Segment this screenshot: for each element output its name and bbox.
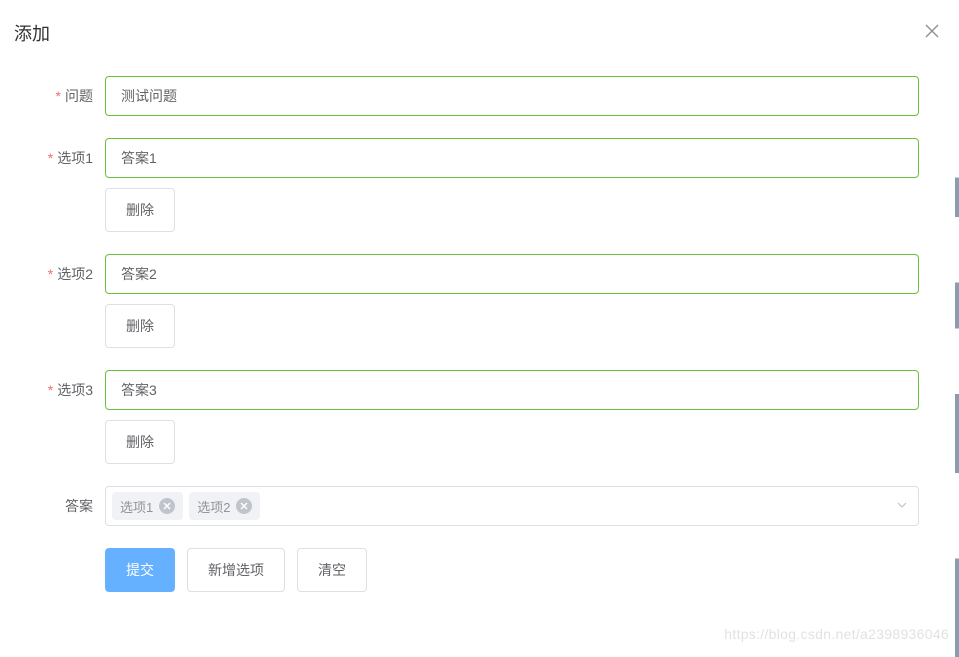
option-1-delete-button[interactable]: 删除	[105, 188, 175, 232]
answer-content: 选项1 选项2	[105, 486, 939, 526]
form: 问题 选项1 删除 选项2 删除 选项3 删除	[0, 56, 959, 634]
add-dialog: 添加 问题 选项1 删除 选项2 删除 选项3	[0, 0, 959, 634]
chevron-down-icon	[896, 498, 908, 514]
close-icon	[925, 24, 939, 38]
question-content	[105, 76, 939, 116]
answer-select[interactable]: 选项1 选项2	[105, 486, 919, 526]
question-input[interactable]	[105, 76, 919, 116]
answer-label: 答案	[0, 486, 105, 526]
submit-button[interactable]: 提交	[105, 548, 175, 592]
button-row: 提交 新增选项 清空	[0, 548, 939, 592]
answer-row: 答案 选项1 选项2	[0, 486, 939, 526]
answer-tag-2-text: 选项2	[197, 497, 230, 516]
option-2-input[interactable]	[105, 254, 919, 294]
option-3-delete-button[interactable]: 删除	[105, 420, 175, 464]
dialog-header: 添加	[0, 0, 959, 56]
dialog-title: 添加	[14, 20, 50, 46]
option-2-row: 选项2 删除	[0, 254, 939, 348]
answer-tag-2-close[interactable]	[236, 498, 252, 514]
option-1-row: 选项1 删除	[0, 138, 939, 232]
option-3-label: 选项3	[0, 370, 105, 464]
watermark: https://blog.csdn.net/a2398936046	[724, 626, 949, 642]
option-2-content: 删除	[105, 254, 939, 348]
question-row: 问题	[0, 76, 939, 116]
option-2-label: 选项2	[0, 254, 105, 348]
option-3-input[interactable]	[105, 370, 919, 410]
option-3-content: 删除	[105, 370, 939, 464]
question-label: 问题	[0, 76, 105, 116]
option-3-row: 选项3 删除	[0, 370, 939, 464]
button-group: 提交 新增选项 清空	[105, 548, 939, 592]
answer-tag-1: 选项1	[112, 492, 183, 520]
option-1-content: 删除	[105, 138, 939, 232]
answer-tag-1-text: 选项1	[120, 497, 153, 516]
button-row-spacer	[0, 548, 105, 592]
close-icon	[163, 502, 171, 510]
close-icon	[240, 502, 248, 510]
clear-button[interactable]: 清空	[297, 548, 367, 592]
answer-tag-2: 选项2	[189, 492, 260, 520]
add-option-button[interactable]: 新增选项	[187, 548, 285, 592]
right-edge-decoration	[955, 0, 959, 657]
option-2-delete-button[interactable]: 删除	[105, 304, 175, 348]
close-button[interactable]	[925, 24, 939, 42]
option-1-label: 选项1	[0, 138, 105, 232]
answer-tag-1-close[interactable]	[159, 498, 175, 514]
option-1-input[interactable]	[105, 138, 919, 178]
